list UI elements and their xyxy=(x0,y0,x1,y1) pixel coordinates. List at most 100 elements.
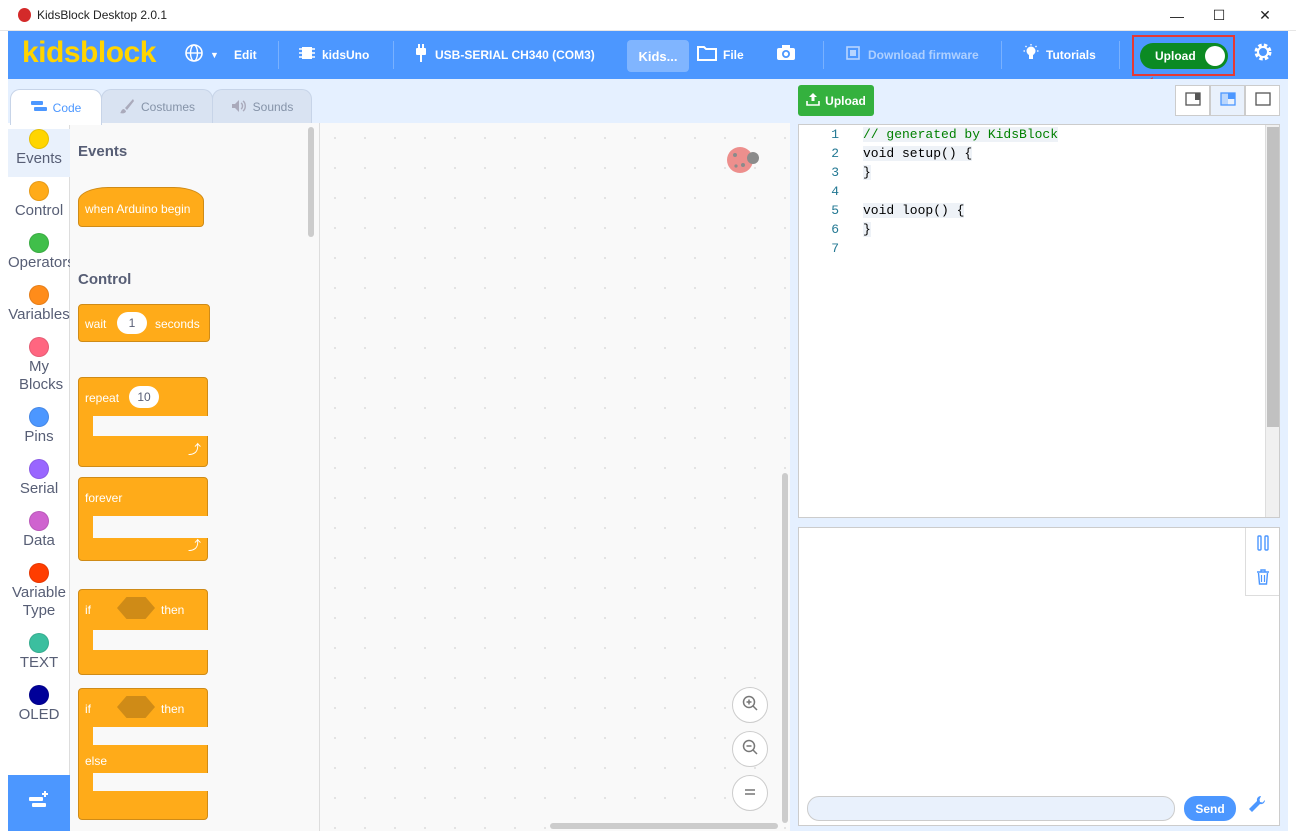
when-arduino-begin-block[interactable]: when Arduino begin xyxy=(78,187,204,227)
category-text[interactable]: TEXT xyxy=(8,633,70,671)
layout-full-button[interactable] xyxy=(1245,85,1280,116)
tab-code-label: Code xyxy=(52,100,82,115)
language-menu[interactable]: ▼ xyxy=(184,31,219,79)
oled-color-dot xyxy=(29,685,49,705)
forever-block[interactable]: forever ⤴ xyxy=(78,477,209,561)
category-operators[interactable]: Operators xyxy=(8,233,70,271)
loop-arrow-icon: ⤴ xyxy=(187,538,201,553)
category-data[interactable]: Data xyxy=(8,511,70,549)
download-firmware-button[interactable]: Download firmware xyxy=(844,31,979,79)
serial-send-input[interactable] xyxy=(807,796,1175,821)
serial-tools xyxy=(1245,528,1279,596)
minimize-button[interactable]: — xyxy=(1154,0,1200,31)
port-select[interactable]: USB-SERIAL CH340 (COM3) xyxy=(413,31,595,79)
control-heading: Control xyxy=(78,271,132,288)
camera-icon xyxy=(776,44,796,67)
layout-split-button[interactable] xyxy=(1210,85,1245,116)
clear-button[interactable] xyxy=(1246,562,1279,596)
upload-icon xyxy=(806,92,820,109)
code-line: void loop() { xyxy=(863,203,965,218)
upload-mode-toggle[interactable]: Upload xyxy=(1140,43,1228,69)
code-scrollbar-thumb[interactable] xyxy=(1267,127,1279,427)
code-scrollbar[interactable] xyxy=(1265,125,1279,517)
data-color-dot xyxy=(29,511,49,531)
layout-small-stage-button[interactable] xyxy=(1175,85,1210,116)
if-then-block[interactable]: if then xyxy=(78,589,209,675)
events-heading: Events xyxy=(78,143,128,160)
pause-icon xyxy=(1256,534,1270,556)
code-editor[interactable]: 1 // generated by KidsBlock 2 void setup… xyxy=(798,124,1280,518)
globe-icon xyxy=(184,43,204,68)
menu-bar: kidsblock ▼ Edit kidsUno USB-SERIAL CH34… xyxy=(8,31,1288,79)
script-workspace[interactable] xyxy=(320,123,790,831)
block-label: when Arduino begin xyxy=(85,202,191,216)
port-label: USB-SERIAL CH340 (COM3) xyxy=(435,48,595,62)
if-slot xyxy=(93,630,209,650)
control-color-dot xyxy=(29,181,49,201)
download-firmware-label: Download firmware xyxy=(868,48,979,62)
category-oled[interactable]: OLED xyxy=(8,685,70,723)
maximize-button[interactable]: ☐ xyxy=(1196,0,1242,31)
serial-monitor: Send xyxy=(798,527,1280,826)
repeat-count-input[interactable]: 10 xyxy=(129,386,159,408)
repeat-block[interactable]: repeat 10 ⤴ xyxy=(78,377,209,467)
send-button[interactable]: Send xyxy=(1184,796,1236,821)
if-then-else-block[interactable]: if then else xyxy=(78,688,209,820)
zoom-in-button[interactable] xyxy=(732,687,768,723)
else-slot xyxy=(93,773,209,791)
category-label: Operators xyxy=(8,254,70,271)
category-serial[interactable]: Serial xyxy=(8,459,70,497)
tab-costumes[interactable]: Costumes xyxy=(101,89,213,124)
board-select[interactable]: kidsUno xyxy=(298,31,369,79)
board-label: kidsUno xyxy=(322,48,370,62)
edit-menu[interactable]: Edit xyxy=(234,31,257,79)
workspace-horizontal-scrollbar[interactable] xyxy=(550,823,778,829)
add-extension-button[interactable] xyxy=(8,775,70,831)
category-label: Variable Type xyxy=(12,584,66,619)
zoom-out-icon xyxy=(741,738,759,761)
divider xyxy=(1001,41,1002,69)
line-number: 5 xyxy=(831,203,839,218)
block-label: wait xyxy=(85,317,107,331)
wait-block[interactable]: wait 1 seconds xyxy=(78,304,210,342)
equals-icon xyxy=(743,784,757,802)
category-label: Pins xyxy=(24,428,54,445)
project-title-tab[interactable]: Kids... xyxy=(627,40,689,72)
category-label: Events xyxy=(16,150,62,167)
chevron-down-icon: ▼ xyxy=(210,50,219,60)
settings-gear-icon[interactable] xyxy=(1252,41,1274,69)
line-number: 3 xyxy=(831,165,839,180)
folder-icon xyxy=(697,44,717,67)
line-number: 4 xyxy=(831,184,839,199)
category-pins[interactable]: Pins xyxy=(8,407,70,445)
block-label: seconds xyxy=(155,317,200,331)
category-variables[interactable]: Variables xyxy=(8,285,70,323)
divider xyxy=(278,41,279,69)
category-label: TEXT xyxy=(19,654,59,671)
zoom-out-button[interactable] xyxy=(732,731,768,767)
kidsblock-logo[interactable]: kidsblock xyxy=(22,36,156,70)
condition-slot[interactable] xyxy=(117,696,155,718)
title-bar: KidsBlock Desktop 2.0.1 — ☐ ✕ xyxy=(0,0,1296,31)
category-events[interactable]: Events xyxy=(8,129,70,177)
palette-scrollbar[interactable] xyxy=(308,127,314,237)
category-control[interactable]: Control xyxy=(8,181,70,219)
pause-button[interactable] xyxy=(1246,528,1279,562)
file-menu[interactable]: File xyxy=(697,31,744,79)
category-variable-type[interactable]: Variable Type xyxy=(8,563,70,620)
screenshot-button[interactable] xyxy=(776,31,802,79)
close-button[interactable]: ✕ xyxy=(1242,0,1288,31)
zoom-reset-button[interactable] xyxy=(732,775,768,811)
workspace-vertical-scrollbar[interactable] xyxy=(782,473,788,823)
text-color-dot xyxy=(29,633,49,653)
serial-settings-wrench-icon[interactable] xyxy=(1247,794,1267,820)
upload-button[interactable]: Upload xyxy=(798,85,874,116)
condition-slot[interactable] xyxy=(117,597,155,619)
upload-toggle-highlight: Upload xyxy=(1132,35,1235,76)
tab-code[interactable]: Code xyxy=(10,89,102,125)
tab-sounds[interactable]: Sounds xyxy=(212,89,312,124)
tutorials-button[interactable]: Tutorials xyxy=(1022,31,1096,79)
category-my-blocks[interactable]: My Blocks xyxy=(8,337,70,394)
wait-seconds-input[interactable]: 1 xyxy=(117,312,147,334)
serial-color-dot xyxy=(29,459,49,479)
